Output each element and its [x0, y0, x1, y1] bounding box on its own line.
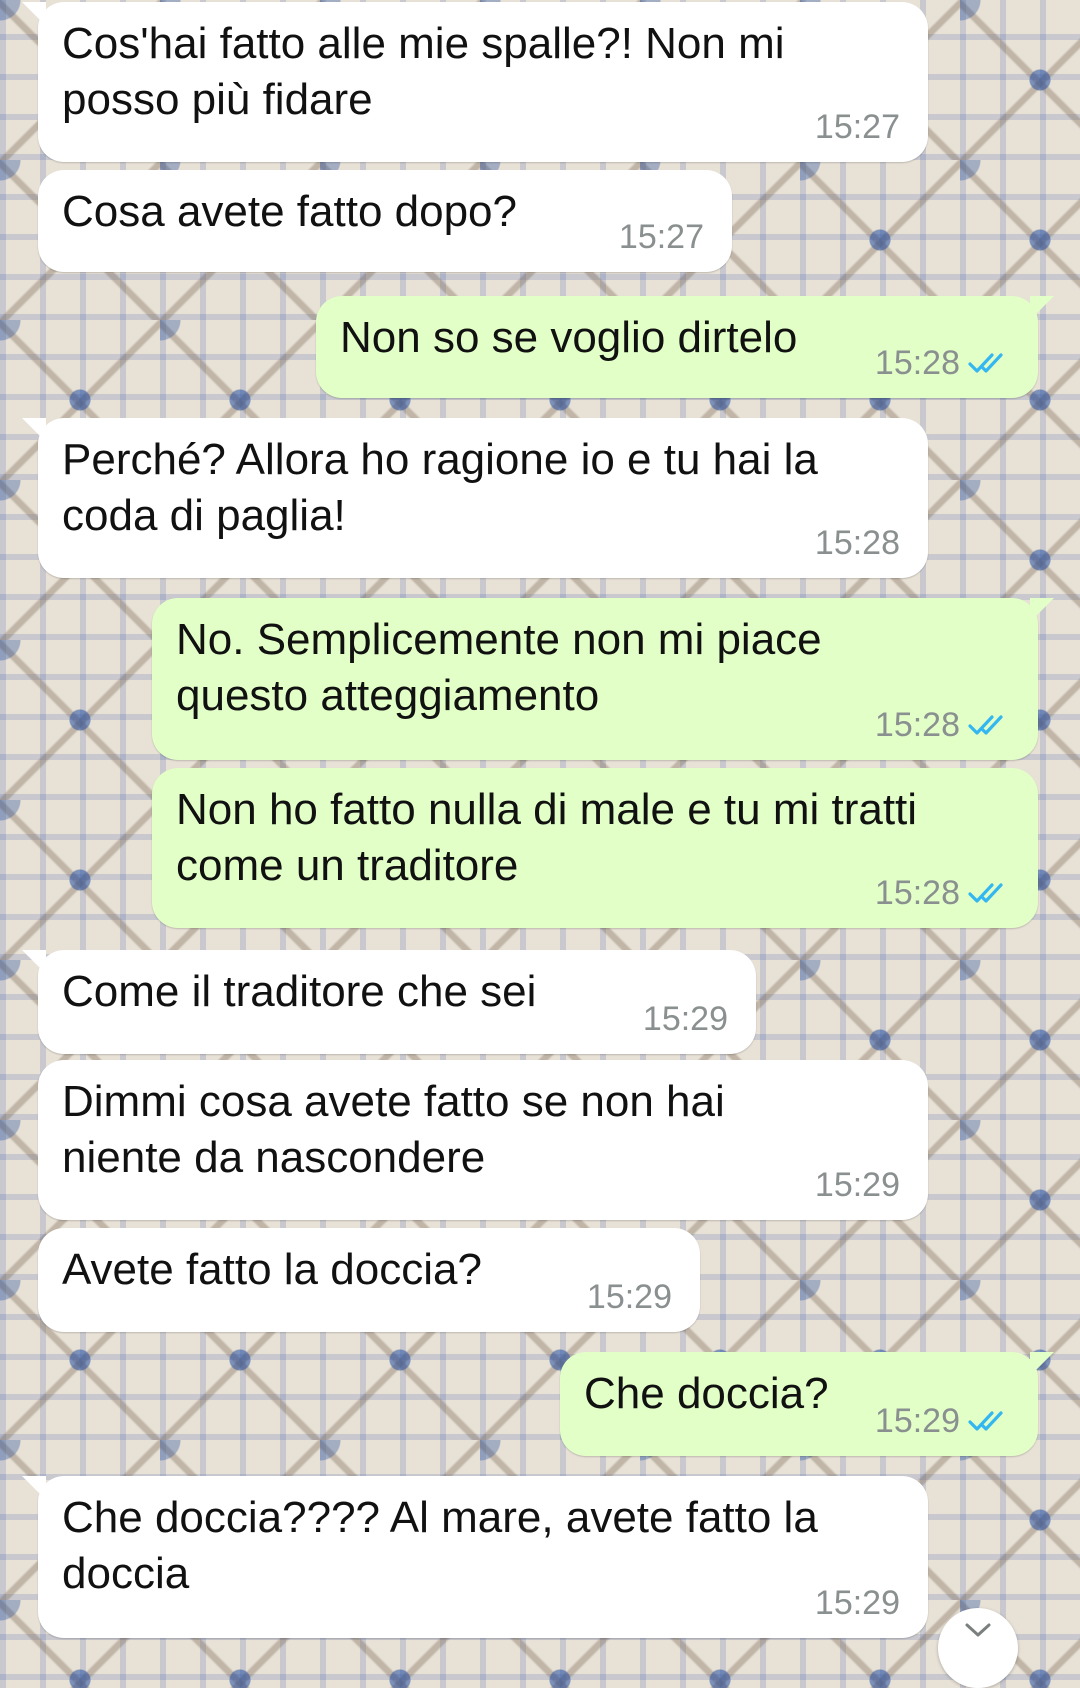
message-text: Perché? Allora ho ragione io e tu hai la… — [62, 432, 818, 544]
message-meta: 15:29 — [815, 1168, 900, 1202]
bubble-tail — [22, 950, 46, 974]
message-bubble-outgoing[interactable]: Che doccia? 15:29 — [560, 1352, 1054, 1456]
message-time: 15:27 — [618, 218, 704, 256]
message-bubble-incoming[interactable]: Cosa avete fatto dopo? 15:27 — [38, 170, 732, 272]
message-line: niente da nascondere — [62, 1133, 486, 1182]
message-meta: 15:28 — [815, 526, 900, 560]
message-time: 15:29 — [814, 1584, 900, 1622]
message-line: Perché? Allora ho ragione io e tu hai la — [62, 435, 818, 484]
message-bubble-incoming[interactable]: Perché? Allora ho ragione io e tu hai la… — [22, 418, 928, 578]
message-time: 15:28 — [874, 874, 960, 912]
message-text: Che doccia? — [584, 1366, 829, 1422]
bubble-tail — [22, 1476, 46, 1500]
message-text: Come il traditore che sei — [62, 964, 536, 1020]
message-line: Non so se voglio dirtelo — [340, 313, 798, 362]
message-text: Che doccia???? Al mare, avete fatto la d… — [62, 1490, 818, 1602]
message-line: No. Semplicemente non mi piace — [176, 615, 822, 664]
scroll-to-bottom-button[interactable] — [938, 1608, 1018, 1688]
bubble-tail — [22, 418, 46, 442]
bubble-tail — [1030, 1352, 1054, 1376]
message-time: 15:28 — [814, 524, 900, 562]
message-bubble-outgoing[interactable]: Non so se voglio dirtelo 15:28 — [316, 296, 1054, 398]
message-time: 15:27 — [814, 108, 900, 146]
message-meta: 15:29 — [875, 1404, 1010, 1438]
message-bubble-incoming[interactable]: Come il traditore che sei 15:29 — [22, 950, 756, 1054]
message-text: Non ho fatto nulla di male e tu mi tratt… — [176, 782, 917, 894]
double-check-icon — [968, 715, 1003, 735]
message-line: Dimmi cosa avete fatto se non hai — [62, 1077, 725, 1126]
message-bubble-incoming[interactable]: Che doccia???? Al mare, avete fatto la d… — [22, 1476, 928, 1638]
message-meta: 15:27 — [815, 110, 900, 144]
message-line: Avete fatto la doccia? — [62, 1245, 482, 1294]
message-text: Non so se voglio dirtelo — [340, 310, 797, 366]
message-time: 15:29 — [874, 1402, 960, 1440]
message-bubble-outgoing[interactable]: No. Semplicemente non mi piace questo at… — [152, 598, 1054, 760]
bubble-tail — [1030, 296, 1054, 320]
message-meta: 15:27 — [619, 220, 704, 254]
message-text: Dimmi cosa avete fatto se non hai niente… — [62, 1074, 725, 1186]
message-bubble-incoming[interactable]: Dimmi cosa avete fatto se non hai niente… — [38, 1060, 928, 1220]
message-time: 15:29 — [586, 1278, 672, 1316]
message-line: Come il traditore che sei — [62, 967, 537, 1016]
message-line: come un traditore — [176, 841, 519, 890]
message-meta: 15:28 — [875, 708, 1010, 742]
message-line: Non ho fatto nulla di male e tu mi tratt… — [176, 785, 918, 834]
message-time: 15:29 — [642, 1000, 728, 1038]
message-text: Avete fatto la doccia? — [62, 1242, 482, 1298]
message-line: Che doccia? — [584, 1369, 829, 1418]
message-meta: 15:28 — [875, 346, 1010, 380]
bubble-tail — [1030, 598, 1054, 622]
message-meta: 15:29 — [587, 1280, 672, 1314]
message-line: doccia — [62, 1549, 190, 1598]
message-line: questo atteggiamento — [176, 671, 600, 720]
message-bubble-incoming[interactable]: Avete fatto la doccia? 15:29 — [38, 1228, 700, 1332]
message-line: posso più fidare — [62, 75, 373, 124]
message-line: Che doccia???? Al mare, avete fatto la — [62, 1493, 818, 1542]
message-time: 15:28 — [874, 706, 960, 744]
message-time: 15:29 — [814, 1166, 900, 1204]
message-time: 15:28 — [874, 344, 960, 382]
message-line: Cos'hai fatto alle mie spalle?! Non mi — [62, 19, 785, 68]
bubble-tail — [22, 2, 46, 26]
message-bubble-outgoing[interactable]: Non ho fatto nulla di male e tu mi tratt… — [152, 768, 1038, 928]
message-meta: 15:29 — [815, 1586, 900, 1620]
chevron-down-icon — [965, 1623, 991, 1637]
message-line: Cosa avete fatto dopo? — [62, 187, 517, 236]
message-meta: 15:29 — [643, 1002, 728, 1036]
message-text: No. Semplicemente non mi piace questo at… — [176, 612, 822, 724]
double-check-icon — [968, 883, 1003, 903]
message-text: Cos'hai fatto alle mie spalle?! Non mi p… — [62, 16, 785, 128]
message-bubble-incoming[interactable]: Cos'hai fatto alle mie spalle?! Non mi p… — [22, 2, 928, 162]
double-check-icon — [968, 1411, 1003, 1431]
message-line: coda di paglia! — [62, 491, 346, 540]
message-meta: 15:28 — [875, 876, 1010, 910]
message-text: Cosa avete fatto dopo? — [62, 184, 517, 240]
double-check-icon — [968, 353, 1003, 373]
